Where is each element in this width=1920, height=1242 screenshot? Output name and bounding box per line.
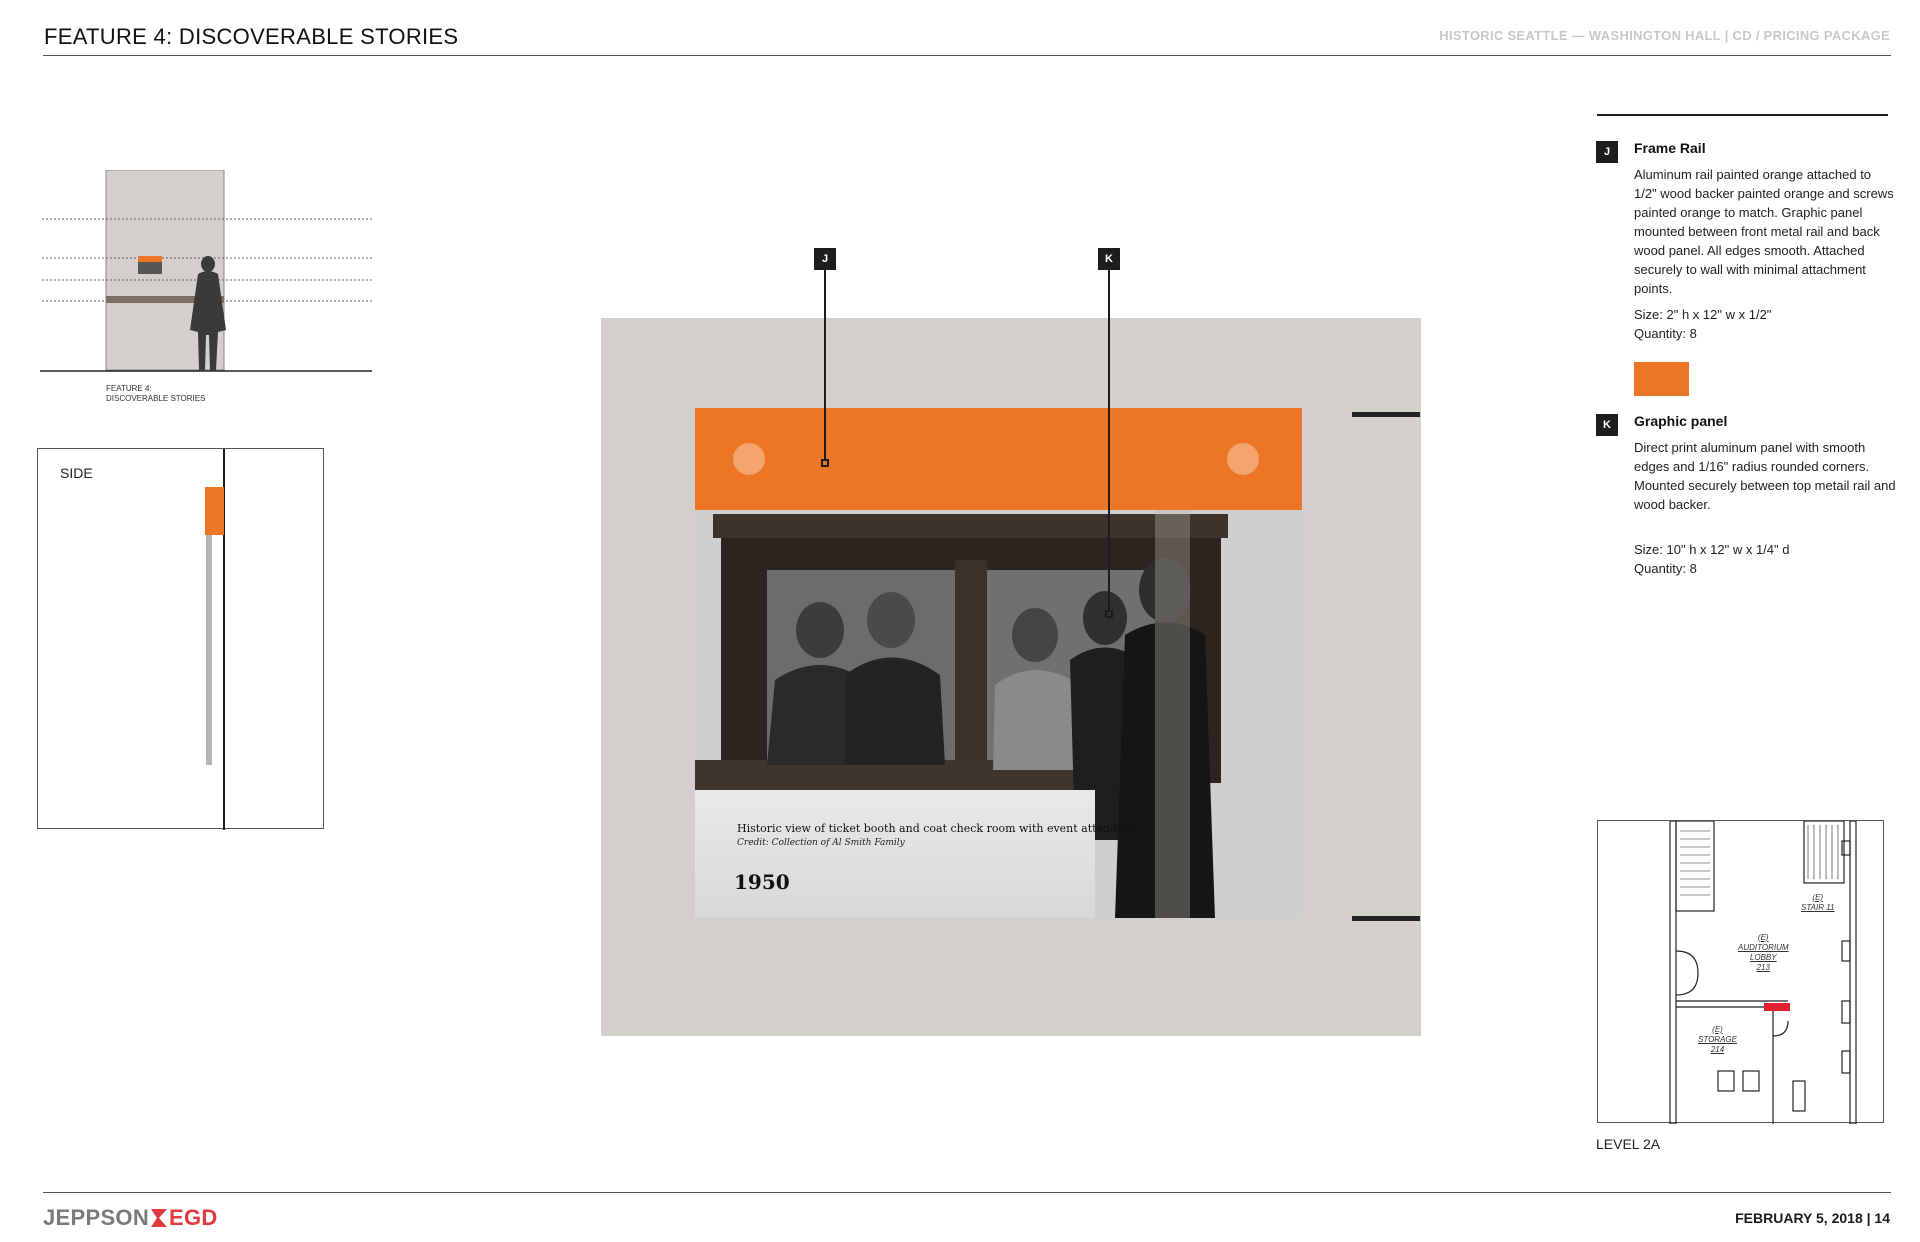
elevation-caption: FEATURE 4: DISCOVERABLE STORIES xyxy=(106,384,205,404)
historic-photo xyxy=(695,510,1302,918)
callout-target-j xyxy=(821,459,829,467)
logo-text-right: EGD xyxy=(169,1205,218,1230)
spec-body-graphic-panel: Direct print aluminum panel with smooth … xyxy=(1634,440,1896,512)
elevation-caption-line2: DISCOVERABLE STORIES xyxy=(106,394,206,403)
footer-divider xyxy=(43,1192,1891,1193)
project-title: HISTORIC SEATTLE — WASHINGTON HALL | CD … xyxy=(1439,28,1890,43)
header-divider xyxy=(43,55,1891,56)
page-title: FEATURE 4: DISCOVERABLE STORIES xyxy=(44,24,459,49)
footer-date-page: FEBRUARY 5, 2018 | 14 xyxy=(1735,1210,1890,1226)
elevation-diagram xyxy=(40,170,372,372)
plan-room-stair-name: (E) xyxy=(1812,893,1824,902)
plan-room-auditorium-lobby: (E) AUDITORIUM LOBBY 213 xyxy=(1738,933,1789,973)
panel-edge-bar-top xyxy=(1352,412,1420,417)
photo-caption: Historic view of ticket booth and coat c… xyxy=(737,822,1140,835)
rail-mount-dot-left xyxy=(733,443,765,475)
callout-leader-k xyxy=(1108,270,1110,612)
plan-room-storage-sub: STORAGE xyxy=(1698,1035,1737,1044)
plan-room-lobby-sub: AUDITORIUM xyxy=(1738,943,1789,952)
side-view-diagram xyxy=(205,449,225,830)
plan-room-lobby-sub2: LOBBY xyxy=(1749,953,1777,962)
callout-leader-j xyxy=(824,270,826,461)
photo-credit: Credit: Collection of Al Smith Family xyxy=(737,838,905,848)
callout-tag-j: J xyxy=(814,248,836,270)
spec-title-graphic-panel: Graphic panel xyxy=(1634,413,1728,429)
side-view-frame xyxy=(37,448,324,830)
orange-color-swatch xyxy=(1634,362,1689,396)
photo-year: 1950 xyxy=(734,870,790,894)
company-logo: JEPPSON EGD xyxy=(43,1205,218,1231)
callout-target-k xyxy=(1105,610,1113,618)
photo-illustration xyxy=(695,510,1302,918)
spec-quantity-graphic-panel: Quantity: 8 xyxy=(1634,561,1697,576)
floor-plan: (E) STAIR 11 (E) AUDITORIUM LOBBY 213 (E… xyxy=(1597,820,1884,1125)
plan-room-lobby-num: 213 xyxy=(1756,963,1770,972)
spec-quantity-frame-rail: Quantity: 8 xyxy=(1634,326,1697,341)
plan-room-storage-num: 214 xyxy=(1710,1045,1725,1054)
spec-title-frame-rail: Frame Rail xyxy=(1634,140,1706,156)
frame-rail xyxy=(695,408,1302,510)
logo-mark-icon xyxy=(151,1209,168,1227)
spec-size-frame-rail: Size: 2" h x 12" w x 1/2" xyxy=(1634,307,1772,322)
spec-body-frame-rail: Aluminum rail painted orange attached to… xyxy=(1634,167,1894,296)
callout-tag-k: K xyxy=(1098,248,1120,270)
plan-room-storage-name: (E) xyxy=(1712,1025,1723,1034)
plan-room-stair-sub: STAIR 11 xyxy=(1801,903,1835,912)
spec-tag-k: K xyxy=(1596,414,1618,436)
spec-size-graphic-panel: Size: 10" h x 12" w x 1/4" d xyxy=(1634,542,1790,557)
side-view-label: SIDE xyxy=(60,465,93,481)
spec-tag-j: J xyxy=(1596,141,1618,163)
plan-room-lobby-name: (E) xyxy=(1757,933,1769,942)
plan-room-stair: (E) STAIR 11 xyxy=(1801,893,1835,913)
rail-mount-dot-right xyxy=(1227,443,1259,475)
panel-edge-bar-bottom xyxy=(1352,916,1420,921)
floor-plan-label: LEVEL 2A xyxy=(1596,1136,1661,1152)
spec-divider xyxy=(1597,114,1888,116)
elevation-caption-line1: FEATURE 4: xyxy=(106,384,152,393)
logo-text-left: JEPPSON xyxy=(43,1205,150,1230)
plan-room-storage: (E) STORAGE 214 xyxy=(1698,1025,1737,1055)
